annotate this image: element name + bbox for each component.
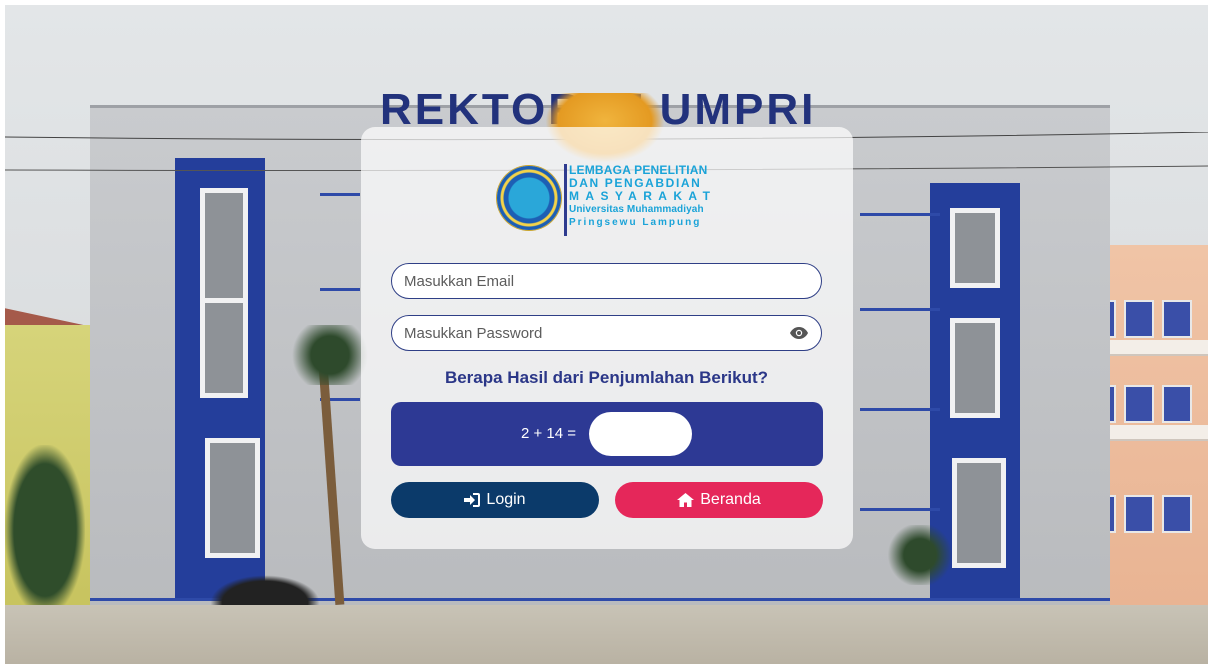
captcha-box: 2 + 14 = [391, 402, 823, 466]
umpri-seal-icon [497, 166, 561, 230]
plant [885, 525, 955, 585]
logo-line-5: Pringsewu Lampung [569, 217, 702, 228]
ground [5, 605, 1208, 664]
left-tree [5, 445, 85, 615]
logo-line-4: Universitas Muhammadiyah [569, 204, 704, 215]
home-icon [677, 493, 695, 507]
login-button[interactable]: Login [391, 482, 599, 518]
logo-divider [564, 164, 567, 236]
captcha-expression: 2 + 14 = [521, 425, 577, 442]
captcha-question: Berapa Hasil dari Penjumlahan Berikut? [444, 368, 769, 387]
sign-in-icon [464, 493, 481, 507]
eye-icon[interactable] [789, 324, 809, 342]
home-button[interactable]: Beranda [615, 482, 823, 518]
home-label: Beranda [700, 491, 761, 508]
login-label: Login [486, 491, 526, 508]
password-input[interactable] [391, 315, 822, 351]
email-input[interactable] [391, 263, 822, 299]
logo-line-3: MASYARAKAT [569, 189, 717, 203]
captcha-answer-input[interactable] [589, 412, 692, 456]
logo-text: LEMBAGA PENELITIAN DAN PENGABDIAN MASYAR… [569, 164, 716, 229]
lppm-logo: LEMBAGA PENELITIAN DAN PENGABDIAN MASYAR… [497, 164, 717, 236]
